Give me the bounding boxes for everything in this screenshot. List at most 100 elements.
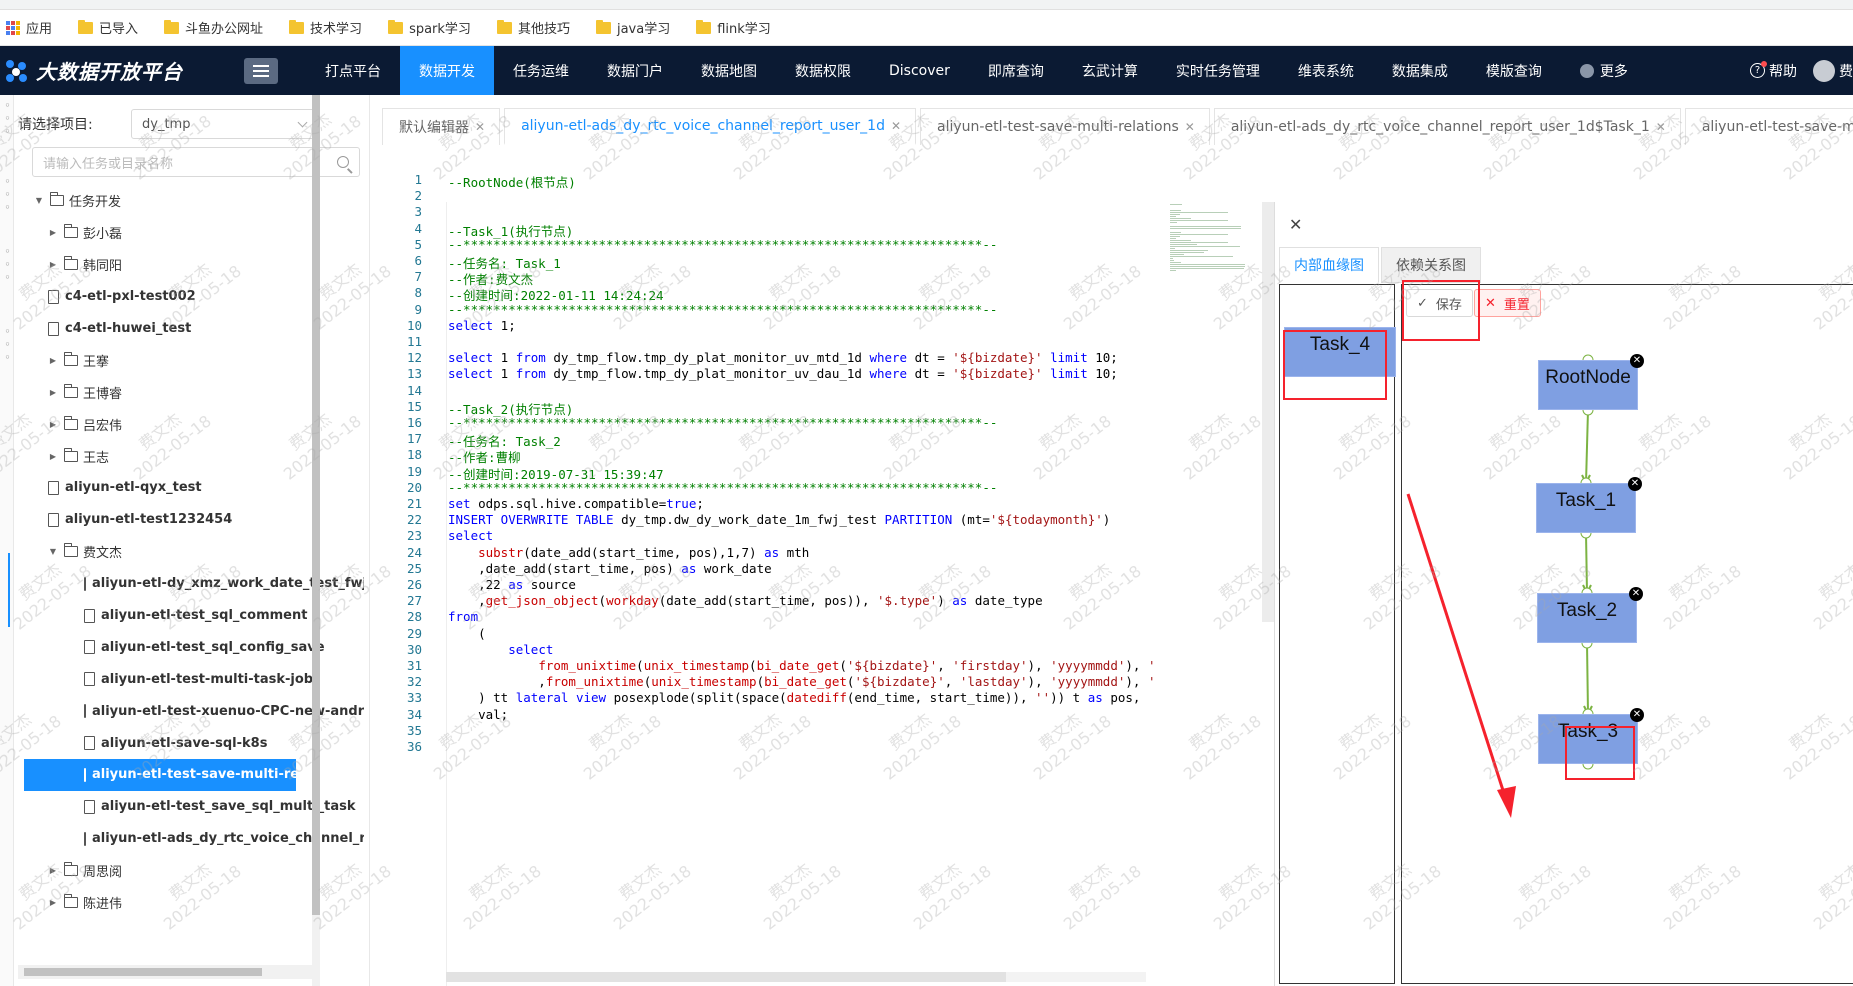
code-token: --**************************************… (448, 301, 998, 317)
code-token: as (508, 577, 524, 592)
close-icon[interactable]: ✕ (1656, 120, 1666, 134)
bookmark-item[interactable]: 已导入 (78, 18, 138, 37)
user-name: 费 (1839, 63, 1853, 80)
graph-node[interactable]: Task_1 ✕ (1536, 477, 1642, 533)
code-token: posexplode(split(space( (606, 690, 787, 706)
code-token: get_json_object (485, 593, 599, 609)
nav-item[interactable]: 实时任务管理 (1157, 46, 1279, 95)
project-select[interactable]: dy_tmp (131, 109, 317, 139)
avatar[interactable] (1813, 59, 1835, 82)
folder-icon (289, 19, 305, 34)
bookmark-item[interactable]: flink学习 (696, 18, 771, 37)
nav-item[interactable]: 模版查询 (1467, 46, 1561, 95)
caret-right-icon[interactable]: ▶ (48, 228, 58, 237)
nav-item[interactable]: 数据集成 (1373, 46, 1467, 95)
code-token: bi_date_get (756, 658, 840, 673)
minimap-line (1170, 240, 1191, 241)
menu-toggle-button[interactable] (244, 57, 278, 84)
editor-tab[interactable]: 默认编辑器 ✕ (382, 108, 501, 145)
editor-tab[interactable]: aliyun-etl-ads_dy_rtc_voice_channel_repo… (1213, 108, 1681, 145)
help-button[interactable]: ? 帮助 (1750, 61, 1797, 81)
minimap-line (1170, 248, 1175, 249)
caret-right-icon[interactable]: ▶ (48, 452, 58, 461)
line-number: 28 (406, 609, 422, 625)
nav-right: ? 帮助 费 (1750, 46, 1853, 95)
tree-item-label: 王博睿 (83, 386, 123, 402)
gutter-divider (446, 202, 447, 986)
close-icon[interactable]: ✕ (1630, 354, 1644, 368)
editor-horizontal-scrollbar[interactable] (446, 972, 1146, 982)
task-search-input[interactable]: 请输入任务或目录名称 (32, 147, 360, 177)
folder-icon (64, 415, 78, 430)
nav-item[interactable]: 数据开发 (400, 46, 494, 95)
nav-item[interactable]: 数据权限 (776, 46, 870, 95)
bookmark-item[interactable]: 斗鱼办公网址 (164, 18, 263, 37)
nav-item[interactable]: Discover (870, 46, 969, 95)
code-minimap[interactable] (1168, 202, 1260, 622)
close-icon[interactable]: ✕ (1185, 120, 1195, 134)
bookmark-item[interactable]: 技术学习 (289, 18, 362, 37)
code-token: , (448, 674, 546, 690)
folder-icon (78, 19, 94, 34)
caret-right-icon[interactable]: ▶ (48, 356, 58, 365)
bookmark-item[interactable]: java学习 (595, 18, 670, 37)
code-token: '${bizdate}' (952, 350, 1043, 366)
caret-right-icon[interactable]: ▶ (48, 866, 58, 875)
nav-item[interactable]: 任务运维 (494, 46, 588, 95)
close-icon[interactable]: ✕ (1628, 477, 1642, 491)
close-icon[interactable]: ✕ (1629, 587, 1643, 601)
nav-item[interactable]: 打点平台 (306, 46, 400, 95)
editor-vertical-scrollbar[interactable] (1262, 202, 1274, 622)
rail-label[interactable]: ◦◦◦ (1, 325, 14, 364)
code-token: from_unixtime (545, 674, 644, 690)
project-label: 请选择项目: (18, 117, 93, 133)
code-token: 10; (1087, 350, 1118, 366)
search-icon[interactable] (337, 156, 349, 168)
code-token: '${bizdate}' (854, 674, 945, 690)
code-token: limit (1050, 366, 1088, 382)
code-token: ( (749, 658, 757, 673)
lineage-tabs: 内部血缘图 依赖关系图 (1279, 247, 1483, 283)
graph-node[interactable]: Task_2 ✕ (1537, 587, 1643, 643)
close-icon[interactable]: ✕ (1630, 708, 1644, 722)
rail-label[interactable]: ◦◦◦ (1, 99, 14, 138)
close-icon[interactable]: ✕ (1289, 215, 1302, 234)
minimap-line (1170, 242, 1229, 243)
editor-tab[interactable]: aliyun-etl-ads_dy_rtc_voice_channel_repo… (504, 108, 917, 145)
code-editor[interactable]: 1 --RootNode(根节点) 2 3 4 --Task_1(执行节点) 5 --****… (382, 172, 1167, 986)
lineage-tab[interactable]: 依赖关系图 (1381, 247, 1481, 283)
nav-item[interactable]: 数据地图 (682, 46, 776, 95)
tree-item[interactable]: aliyun-etl-test-save-multi-relations (24, 759, 296, 791)
rail-label[interactable]: ◦◦◦ (1, 175, 14, 214)
nav-item[interactable]: 即席查询 (969, 46, 1063, 95)
caret-right-icon[interactable]: ▶ (48, 898, 58, 907)
code-text: ,from_unixtime(unix_timestamp(bi_date_ge… (448, 674, 1155, 690)
bookmark-item[interactable]: spark学习 (388, 18, 471, 37)
folder-icon (64, 383, 78, 398)
lineage-tab[interactable]: 内部血缘图 (1279, 247, 1379, 283)
nav-item[interactable]: 维表系统 (1279, 46, 1373, 95)
caret-right-icon[interactable]: ▶ (48, 260, 58, 269)
caret-down-icon[interactable]: ▼ (34, 196, 44, 205)
close-icon[interactable]: ✕ (891, 119, 901, 133)
editor-tab[interactable]: aliyun-etl-test-save-multi-relations$Tas… (1684, 108, 1853, 145)
sidebar-horizontal-scrollbar[interactable] (18, 965, 312, 979)
caret-right-icon[interactable]: ▶ (48, 420, 58, 429)
rail-label[interactable]: ◦◦◦ (1, 245, 14, 284)
code-token: --**************************************… (448, 479, 998, 495)
bookmark-item[interactable]: 应用 (6, 18, 52, 37)
caret-right-icon[interactable]: ▶ (48, 388, 58, 397)
bookmark-label: 应用 (26, 22, 53, 37)
close-icon[interactable]: ✕ (475, 120, 485, 134)
nav-item[interactable]: 玄武计算 (1063, 46, 1157, 95)
nav-item[interactable]: 数据门户 (588, 46, 682, 95)
caret-down-icon[interactable]: ▼ (48, 547, 58, 556)
nav-more-button[interactable]: 更多 (1561, 46, 1647, 95)
graph-node[interactable]: RootNode ✕ (1538, 354, 1644, 410)
bookmark-item[interactable]: 其他技巧 (496, 18, 570, 37)
code-token: ), (1027, 658, 1051, 673)
editor-tab[interactable]: aliyun-etl-test-save-multi-relations ✕ (920, 108, 1210, 145)
tree-item-label: aliyun-etl-test1232454 (65, 512, 233, 528)
sidebar-scrollbar[interactable] (312, 95, 320, 986)
bookmark-label: 已导入 (99, 22, 139, 37)
